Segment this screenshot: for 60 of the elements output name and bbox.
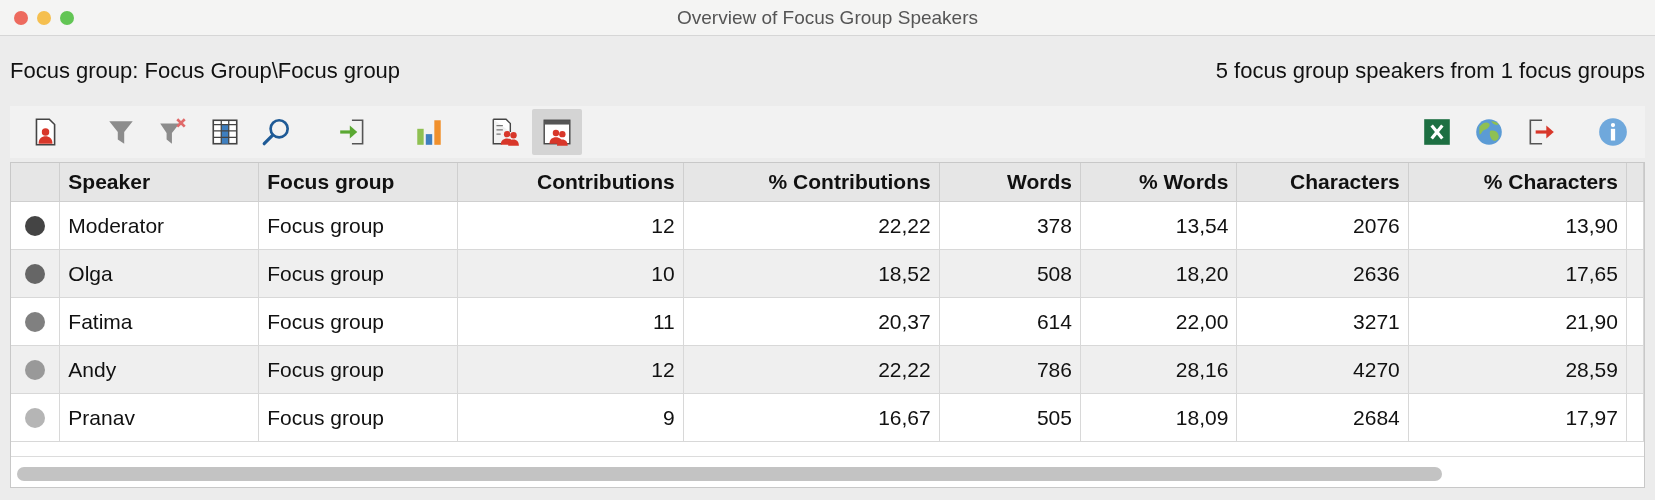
column-header[interactable]: Characters: [1236, 163, 1409, 202]
table-cell: 505: [939, 393, 1081, 442]
table-cell: 22,22: [683, 345, 940, 394]
minimize-button[interactable]: [37, 10, 51, 25]
column-header[interactable]: % Characters: [1408, 163, 1627, 202]
table-cell: 4270: [1236, 345, 1409, 394]
table-cell: 21,90: [1408, 297, 1627, 346]
column-header[interactable]: Speaker: [59, 163, 259, 202]
table-cell: 28,16: [1080, 345, 1237, 394]
table-cell: 17,65: [1408, 249, 1627, 298]
column-header[interactable]: Contributions: [457, 163, 684, 202]
table-cell: 13,90: [1408, 201, 1627, 250]
table-cell: 18,52: [683, 249, 940, 298]
table-cell: 9: [457, 393, 684, 442]
table-cell: 2076: [1236, 201, 1409, 250]
table-cell: 786: [939, 345, 1081, 394]
zoom-button[interactable]: [60, 10, 74, 25]
globe-icon: [1473, 116, 1505, 148]
table-cell: 378: [939, 201, 1081, 250]
horizontal-scrollbar[interactable]: [17, 467, 1442, 481]
table-cell: Andy: [59, 345, 259, 394]
column-header[interactable]: Focus group: [258, 163, 458, 202]
table-cell: Fatima: [59, 297, 259, 346]
table-cell: Focus group: [258, 297, 458, 346]
table-cell: 508: [939, 249, 1081, 298]
close-button[interactable]: [14, 10, 28, 25]
table-cell: Focus group: [258, 393, 458, 442]
table-columns-icon: [209, 116, 241, 148]
column-header[interactable]: Words: [939, 163, 1081, 202]
table-cell: Focus group: [258, 249, 458, 298]
table-cell: 12: [457, 345, 684, 394]
table-cell: 13,54: [1080, 201, 1237, 250]
table-cell: 2684: [1236, 393, 1409, 442]
table-cell: 16,67: [683, 393, 940, 442]
table-cell: Pranav: [59, 393, 259, 442]
table-cell: 2636: [1236, 249, 1409, 298]
table-cell: Moderator: [59, 201, 259, 250]
table-cell: Focus group: [258, 201, 458, 250]
column-header[interactable]: % Contributions: [683, 163, 940, 202]
window-title: Overview of Focus Group Speakers: [677, 6, 978, 28]
people-window-button[interactable]: [532, 109, 582, 155]
table-cell: 12: [457, 201, 684, 250]
table-cell: 22,22: [683, 201, 940, 250]
info-icon: [1597, 116, 1629, 148]
table-cell: 28,59: [1408, 345, 1627, 394]
table-cell: Focus group: [258, 345, 458, 394]
table-cell: 18,09: [1080, 393, 1237, 442]
table-cell: 11: [457, 297, 684, 346]
summary-text: 5 focus group speakers from 1 focus groups: [1215, 58, 1645, 84]
table-cell: 22,00: [1080, 297, 1237, 346]
column-header[interactable]: % Words: [1080, 163, 1237, 202]
spreadsheet-icon: [1421, 116, 1453, 148]
table-cell: 3271: [1236, 297, 1409, 346]
table-cell: 17,97: [1408, 393, 1627, 442]
focus-group-label: Focus group: Focus Group\Focus group: [10, 58, 401, 84]
table-cell: 614: [939, 297, 1081, 346]
table-cell: 10: [457, 249, 684, 298]
table-cell: Olga: [59, 249, 259, 298]
table-cell: 18,20: [1080, 249, 1237, 298]
table-cell: 20,37: [683, 297, 940, 346]
